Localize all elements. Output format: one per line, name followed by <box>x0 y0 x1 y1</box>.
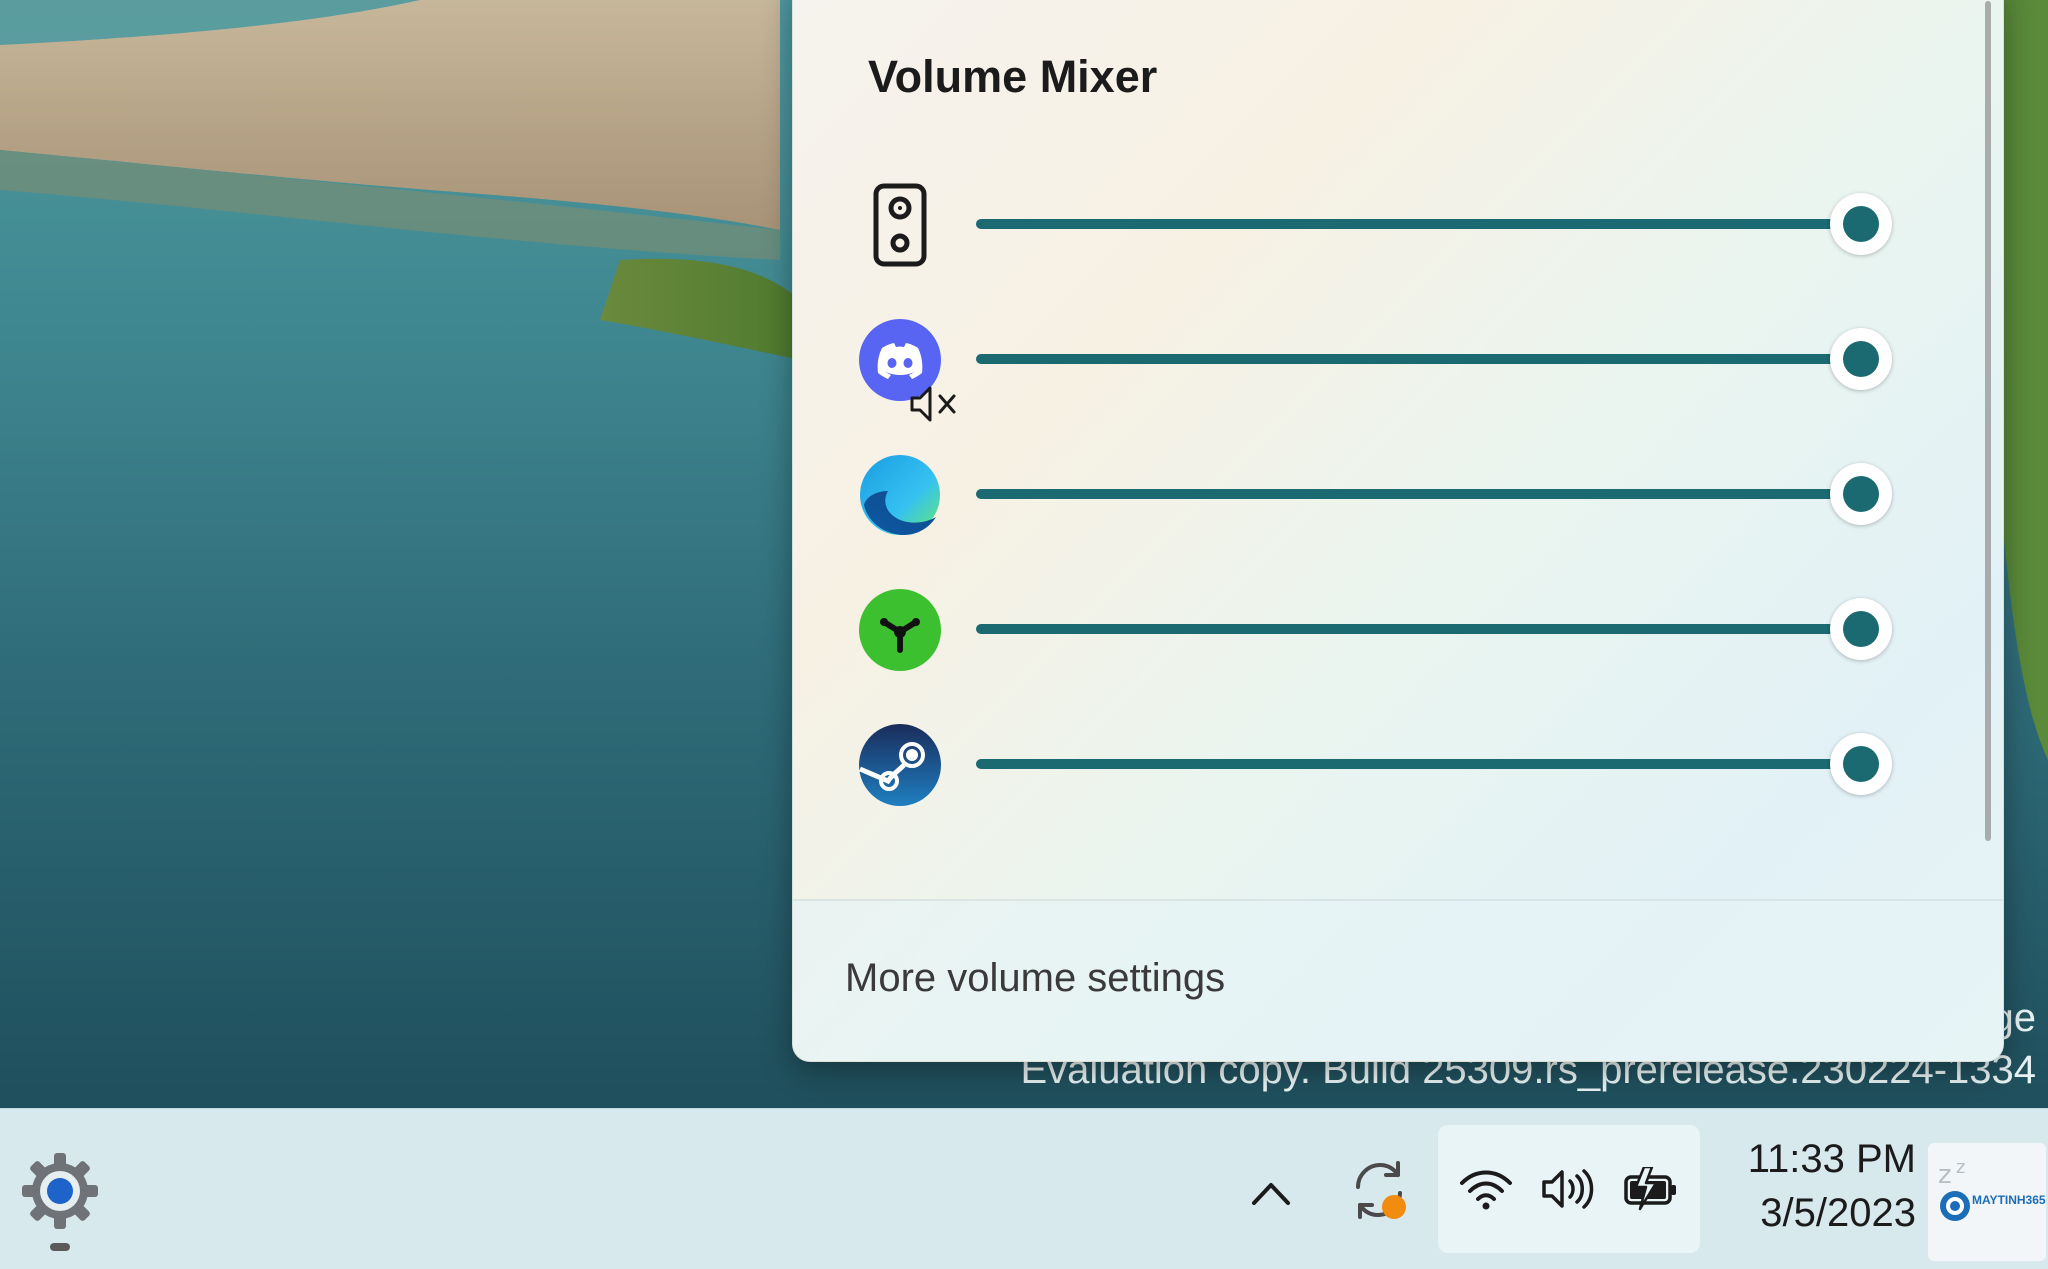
edge-icon[interactable] <box>858 453 942 537</box>
gear-icon <box>22 1153 98 1229</box>
svg-text:z: z <box>1956 1157 1965 1178</box>
speaker-icon[interactable] <box>858 183 942 267</box>
volume-mixer-flyout: Volume Mixer More volume settings <box>792 0 2004 1062</box>
slider-thumb[interactable] <box>1830 193 1892 255</box>
flyout-footer: More volume settings <box>793 899 2003 1061</box>
volume-slider-edge[interactable] <box>976 463 1892 525</box>
muted-speaker-icon <box>910 386 956 422</box>
steam-icon[interactable] <box>858 723 942 807</box>
logo-icon <box>1940 1191 1970 1221</box>
slider-thumb[interactable] <box>1830 733 1892 795</box>
clock-date: 3/5/2023 <box>1760 1191 1916 1235</box>
clock-date-button[interactable]: 11:33 PM 3/5/2023 <box>1716 1133 1916 1245</box>
more-volume-settings-link[interactable]: More volume settings <box>845 956 1225 1001</box>
slider-thumb[interactable] <box>1830 463 1892 525</box>
mixer-row-edge <box>858 439 1938 549</box>
running-app-indicator <box>50 1243 70 1251</box>
flyout-scrollbar[interactable] <box>1985 1 1991 841</box>
notification-button[interactable]: z z MAYTINH365 <box>1928 1143 2046 1261</box>
slider-thumb[interactable] <box>1830 328 1892 390</box>
mixer-row-speaker <box>858 169 1938 279</box>
volume-slider-razer[interactable] <box>976 598 1892 660</box>
volume-icon <box>1542 1169 1594 1209</box>
do-not-disturb-icon: z z <box>1938 1157 1965 1190</box>
clock-time: 11:33 PM <box>1747 1137 1916 1181</box>
settings-taskbar-button[interactable] <box>18 1149 102 1233</box>
svg-text:z: z <box>1938 1160 1952 1190</box>
mixer-row-discord <box>858 304 1938 422</box>
mixer-row-steam <box>858 709 1938 819</box>
wifi-icon <box>1460 1170 1512 1210</box>
sync-icon[interactable] <box>1346 1157 1412 1223</box>
battery-charging-icon <box>1624 1167 1676 1211</box>
quick-settings-button[interactable] <box>1438 1125 1700 1253</box>
mixer-row-razer <box>858 574 1938 684</box>
corner-logo-text: MAYTINH365 <box>1972 1193 2046 1207</box>
volume-slider-steam[interactable] <box>976 733 1892 795</box>
slider-thumb[interactable] <box>1830 598 1892 660</box>
volume-slider-discord[interactable] <box>976 328 1892 390</box>
flyout-title: Volume Mixer <box>868 51 1158 102</box>
volume-slider-speaker[interactable] <box>976 193 1892 255</box>
chevron-up-icon[interactable] <box>1246 1169 1296 1219</box>
razer-icon[interactable] <box>858 588 942 672</box>
taskbar: 11:33 PM 3/5/2023 z z MAYTINH365 <box>0 1108 2048 1269</box>
